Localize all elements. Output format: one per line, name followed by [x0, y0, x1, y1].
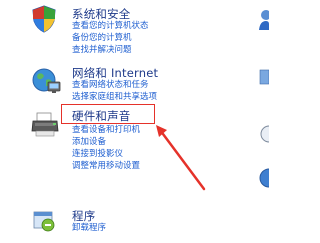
- annotation-arrow: [156, 125, 206, 191]
